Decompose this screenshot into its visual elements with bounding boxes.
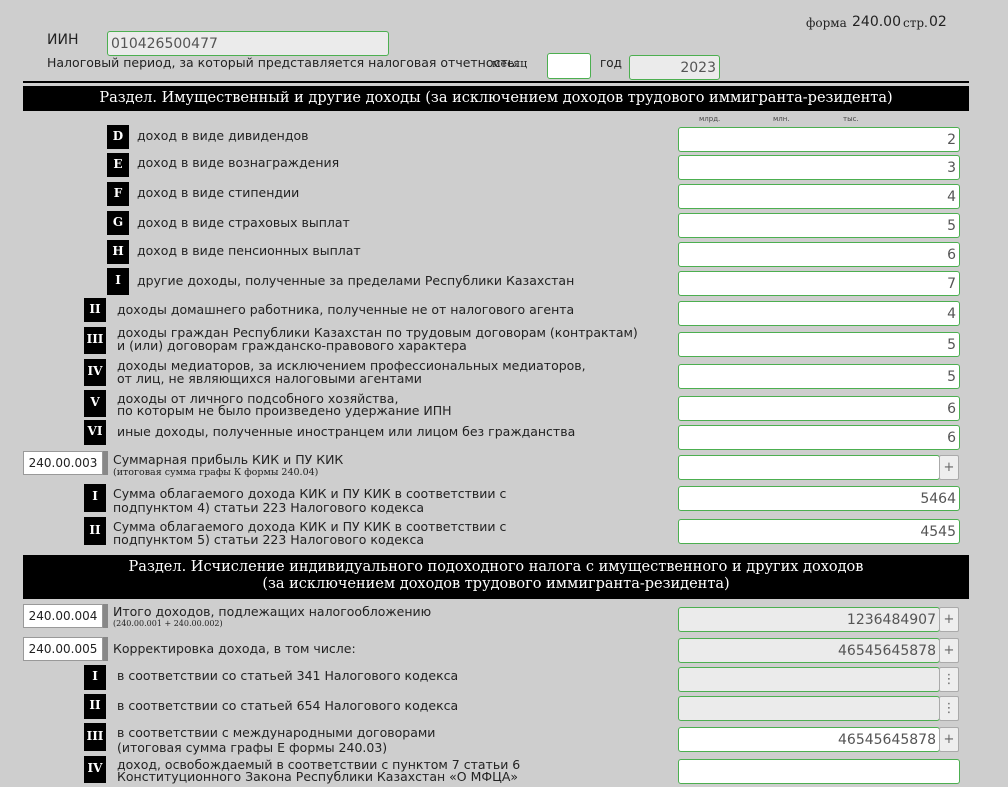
row-badge: E	[107, 153, 129, 177]
form-label: форма	[806, 16, 847, 30]
row-label-line2: по которым не было произведено удержание…	[117, 403, 452, 418]
total-label: Итого доходов, подлежащих налогообложени…	[113, 604, 432, 619]
row-badge: IV	[84, 359, 106, 386]
row-badge: V	[84, 390, 106, 417]
row-label-line2: от лиц, не являющихся налоговыми агентам…	[117, 371, 422, 386]
income-field[interactable]: 5464	[678, 486, 960, 511]
row-badge: I	[84, 665, 106, 690]
year-label: год	[600, 56, 622, 70]
row-label: другие доходы, полученные за пределами Р…	[137, 273, 575, 288]
income-field[interactable]: 5	[678, 213, 960, 238]
adjust-field[interactable]	[678, 667, 940, 692]
row-badge: I	[107, 268, 129, 295]
income-field[interactable]: 4	[678, 184, 960, 209]
income-field[interactable]: 7	[678, 271, 960, 296]
month-field[interactable]	[547, 53, 591, 79]
iin-label: ИИН	[47, 32, 79, 48]
income-field[interactable]: 2	[678, 127, 960, 152]
adjust-field[interactable]: 46545645878	[678, 638, 940, 663]
row-badge: II	[84, 694, 106, 719]
row-label: доход в виде стипендии	[137, 185, 300, 200]
iin-field[interactable]: 010426500477	[107, 31, 389, 56]
year-field[interactable]: 2023	[629, 55, 720, 80]
section-divider	[23, 81, 969, 83]
row-badge: III	[84, 327, 106, 354]
section2-title: Раздел. Исчисление индивидуального подох…	[23, 555, 969, 599]
page-number: 02	[929, 14, 947, 30]
row-label: доходы домашнего работника, полученные н…	[117, 302, 575, 317]
total-field[interactable]: 1236484907	[678, 607, 940, 632]
section2-title-line1: Раздел. Исчисление индивидуального подох…	[128, 559, 864, 575]
row-badge: H	[107, 240, 129, 264]
row-label-line2: подпунктом 4) статьи 223 Налогового коде…	[113, 500, 425, 515]
unit-billion: млрд.	[699, 115, 721, 123]
row-badge: G	[107, 211, 129, 235]
line-code: 240.00.003	[23, 451, 108, 475]
adjust-field[interactable]: 46545645878	[678, 727, 940, 752]
period-label: Налоговый период, за который представляе…	[47, 55, 520, 70]
row-label: иные доходы, полученные иностранцем или …	[117, 424, 576, 439]
unit-million: млн.	[773, 115, 790, 123]
row-label-line1: Сумма облагаемого дохода КИК и ПУ КИК в …	[113, 486, 507, 501]
row-label: доход в виде страховых выплат	[137, 215, 350, 230]
row-badge: II	[84, 298, 106, 322]
row-label-line2: Конституционного Закона Республики Казах…	[117, 769, 519, 784]
adjust-field[interactable]	[678, 696, 940, 721]
income-field[interactable]: 3	[678, 155, 960, 180]
income-field[interactable]: 6	[678, 396, 960, 421]
plus-icon[interactable]: +	[939, 455, 959, 480]
income-field[interactable]: 5	[678, 332, 960, 357]
income-field[interactable]: 6	[678, 425, 960, 450]
month-label: месяц	[492, 57, 528, 70]
section1-title: Раздел. Имущественный и другие доходы (з…	[23, 86, 969, 111]
row-label: доход в виде вознаграждения	[137, 155, 340, 170]
page-label: стр.	[903, 16, 928, 30]
menu-dots-icon[interactable]: ⋮	[939, 696, 959, 721]
line-code: 240.00.005	[23, 637, 108, 661]
row-badge: D	[107, 125, 129, 149]
adjust-label: Корректировка дохода, в том числе:	[113, 641, 356, 656]
total-sublabel: (240.00.001 + 240.00.002)	[113, 619, 223, 628]
income-field[interactable]: 5	[678, 364, 960, 389]
line-code: 240.00.004	[23, 604, 108, 628]
income-field[interactable]	[678, 759, 960, 784]
income-field[interactable]: 6	[678, 242, 960, 267]
row-badge: III	[84, 723, 106, 751]
kik-sublabel: (итоговая сумма графы К формы 240.04)	[113, 467, 319, 478]
section2-title-line2: (за исключением доходов трудового иммигр…	[262, 576, 730, 592]
row-badge: I	[84, 484, 106, 512]
kik-field[interactable]	[678, 455, 940, 480]
row-label: доход в виде пенсионных выплат	[137, 243, 361, 258]
unit-thousand: тыс.	[843, 115, 859, 123]
row-label-line2: и (или) договорам гражданско-правового х…	[117, 338, 467, 353]
row-badge: II	[84, 517, 106, 545]
kik-label: Суммарная прибыль КИК и ПУ КИК	[113, 452, 344, 467]
row-label: доход в виде дивидендов	[137, 128, 309, 143]
plus-icon[interactable]: +	[939, 607, 959, 632]
menu-dots-icon[interactable]: ⋮	[939, 667, 959, 692]
plus-icon[interactable]: +	[939, 727, 959, 752]
row-label-line2: подпунктом 5) статьи 223 Налогового коде…	[113, 532, 425, 547]
row-badge: IV	[84, 756, 106, 783]
row-label: в соответствии со статьей 654 Налогового…	[117, 698, 459, 713]
income-field[interactable]: 4	[678, 301, 960, 326]
row-badge: F	[107, 182, 129, 206]
row-label: в соответствии со статьей 341 Налогового…	[117, 668, 459, 683]
row-label-line2: (итоговая сумма графы Е формы 240.03)	[117, 740, 388, 755]
form-number: 240.00	[852, 14, 901, 30]
plus-icon[interactable]: +	[939, 638, 959, 663]
row-label-line1: в соответствии с международными договора…	[117, 725, 436, 740]
row-badge: VI	[84, 420, 106, 445]
income-field[interactable]: 4545	[678, 519, 960, 544]
